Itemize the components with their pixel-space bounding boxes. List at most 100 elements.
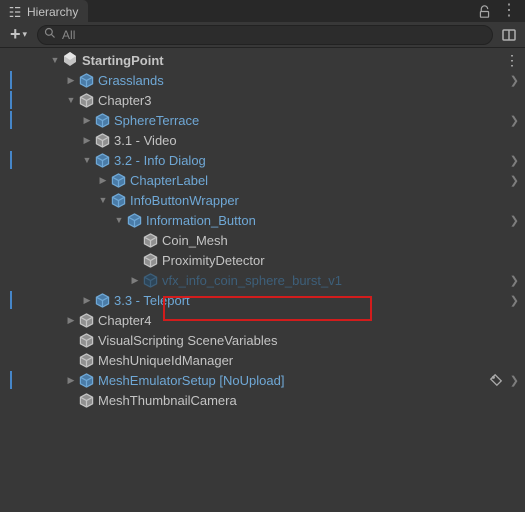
node-3-1-video[interactable]: ▶ 3.1 - Video [0, 130, 525, 150]
expand-spacer: ▶ [64, 335, 78, 346]
prefab-icon [142, 272, 158, 288]
node-label: ProximityDetector [162, 253, 265, 268]
tab-right-controls: ⋮ [470, 0, 525, 22]
hierarchy-panel: Hierarchy ⋮ + ▾ All ▼ [0, 0, 525, 512]
open-prefab-icon[interactable]: ❯ [510, 74, 519, 87]
search-mode-button[interactable] [499, 27, 519, 43]
expand-toggle[interactable]: ▶ [64, 315, 78, 326]
open-prefab-icon[interactable]: ❯ [510, 154, 519, 167]
expand-toggle[interactable]: ▶ [128, 275, 142, 286]
gameobject-icon [78, 92, 94, 108]
expand-spacer: ▶ [128, 255, 142, 266]
node-label: MeshEmulatorSetup [NoUpload] [98, 373, 284, 388]
prefab-icon [110, 172, 126, 188]
node-label: SphereTerrace [114, 113, 199, 128]
plus-icon: + [10, 28, 21, 40]
node-label: MeshUniqueIdManager [98, 353, 233, 368]
gameobject-icon [94, 132, 110, 148]
node-label: ChapterLabel [130, 173, 208, 188]
panel-menu-icon[interactable]: ⋮ [501, 6, 517, 16]
expand-toggle[interactable]: ▼ [96, 195, 110, 205]
open-prefab-icon[interactable]: ❯ [510, 214, 519, 227]
node-chapter3[interactable]: ▼ Chapter3 [0, 90, 525, 110]
gameobject-icon [78, 392, 94, 408]
node-label: VisualScripting SceneVariables [98, 333, 277, 348]
expand-spacer: ▶ [64, 355, 78, 366]
gameobject-icon [78, 352, 94, 368]
scene-startingpoint[interactable]: ▼ StartingPoint ⋮ [0, 50, 525, 70]
node-label: MeshThumbnailCamera [98, 393, 237, 408]
node-label: Grasslands [98, 73, 164, 88]
node-meshthumbnailcamera[interactable]: ▶ MeshThumbnailCamera [0, 390, 525, 410]
open-prefab-icon[interactable]: ❯ [510, 374, 519, 387]
caret-down-icon: ▾ [23, 29, 28, 40]
create-dropdown[interactable]: + ▾ [6, 29, 31, 40]
node-chapterlabel[interactable]: ▶ ChapterLabel ❯ [0, 170, 525, 190]
node-label: 3.3 - Teleport [114, 293, 190, 308]
override-indicator [10, 291, 12, 309]
override-indicator [10, 371, 12, 389]
expand-toggle[interactable]: ▶ [64, 375, 78, 386]
override-indicator [10, 71, 12, 89]
gameobject-icon [78, 312, 94, 328]
scene-menu-icon[interactable]: ⋮ [505, 52, 519, 69]
prefab-icon [94, 152, 110, 168]
tab-label: Hierarchy [27, 5, 78, 19]
node-label: Chapter3 [98, 93, 151, 108]
override-indicator [10, 151, 12, 169]
expand-toggle[interactable]: ▶ [80, 295, 94, 306]
prefab-icon [78, 372, 94, 388]
tab-strip: Hierarchy ⋮ [0, 0, 525, 22]
gameobject-icon [142, 252, 158, 268]
prefab-icon [126, 212, 142, 228]
search-field[interactable]: All [37, 25, 493, 45]
gameobject-icon [142, 232, 158, 248]
expand-toggle[interactable]: ▼ [64, 95, 78, 105]
node-label: Coin_Mesh [162, 233, 228, 248]
node-visualscripting-scenevariables[interactable]: ▶ VisualScripting SceneVariables [0, 330, 525, 350]
tab-spacer [88, 0, 470, 22]
expand-toggle[interactable]: ▶ [80, 115, 94, 126]
node-3-3-teleport[interactable]: ▶ 3.3 - Teleport ❯ [0, 290, 525, 310]
expand-toggle[interactable]: ▼ [112, 215, 126, 225]
open-prefab-icon[interactable]: ❯ [510, 174, 519, 187]
node-information-button[interactable]: ▼ Information_Button ❯ [0, 210, 525, 230]
node-label: 3.1 - Video [114, 133, 177, 148]
lock-icon[interactable] [478, 5, 491, 18]
open-prefab-icon[interactable]: ❯ [510, 274, 519, 287]
expand-spacer: ▶ [128, 235, 142, 246]
node-label: InfoButtonWrapper [130, 193, 239, 208]
node-3-2-info-dialog[interactable]: ▼ 3.2 - Info Dialog ❯ [0, 150, 525, 170]
node-sphereterrace[interactable]: ▶ SphereTerrace ❯ [0, 110, 525, 130]
prefab-icon [94, 292, 110, 308]
expand-toggle[interactable]: ▶ [96, 175, 110, 186]
node-meshemulatorsetup[interactable]: ▶ MeshEmulatorSetup [NoUpload] ❯ [0, 370, 525, 390]
toolbar: + ▾ All [0, 22, 525, 48]
tab-hierarchy[interactable]: Hierarchy [0, 0, 88, 22]
node-vfx-coin-burst[interactable]: ▶ vfx_info_coin_sphere_burst_v1 ❯ [0, 270, 525, 290]
expand-toggle[interactable]: ▼ [80, 155, 94, 165]
hierarchy-tree[interactable]: ▼ StartingPoint ⋮ ▶ Grasslands ❯ ▼ Chapt… [0, 48, 525, 512]
open-prefab-icon[interactable]: ❯ [510, 114, 519, 127]
override-indicator [10, 91, 12, 109]
node-label: vfx_info_coin_sphere_burst_v1 [162, 273, 342, 288]
prefab-icon [94, 112, 110, 128]
prefab-icon [78, 72, 94, 88]
expand-toggle[interactable]: ▶ [64, 75, 78, 86]
unity-scene-icon [62, 51, 78, 70]
hierarchy-icon [8, 5, 22, 19]
expand-toggle[interactable]: ▼ [48, 55, 62, 65]
node-infobuttonwrapper[interactable]: ▼ InfoButtonWrapper [0, 190, 525, 210]
node-grasslands[interactable]: ▶ Grasslands ❯ [0, 70, 525, 90]
node-meshuniqueidmanager[interactable]: ▶ MeshUniqueIdManager [0, 350, 525, 370]
expand-spacer: ▶ [64, 395, 78, 406]
search-placeholder: All [62, 28, 486, 42]
gameobject-icon [78, 332, 94, 348]
node-chapter4[interactable]: ▶ Chapter4 [0, 310, 525, 330]
open-prefab-icon[interactable]: ❯ [510, 294, 519, 307]
expand-toggle[interactable]: ▶ [80, 135, 94, 146]
node-label: Information_Button [146, 213, 256, 228]
node-coin-mesh[interactable]: ▶ Coin_Mesh [0, 230, 525, 250]
node-proximitydetector[interactable]: ▶ ProximityDetector [0, 250, 525, 270]
node-label: 3.2 - Info Dialog [114, 153, 206, 168]
